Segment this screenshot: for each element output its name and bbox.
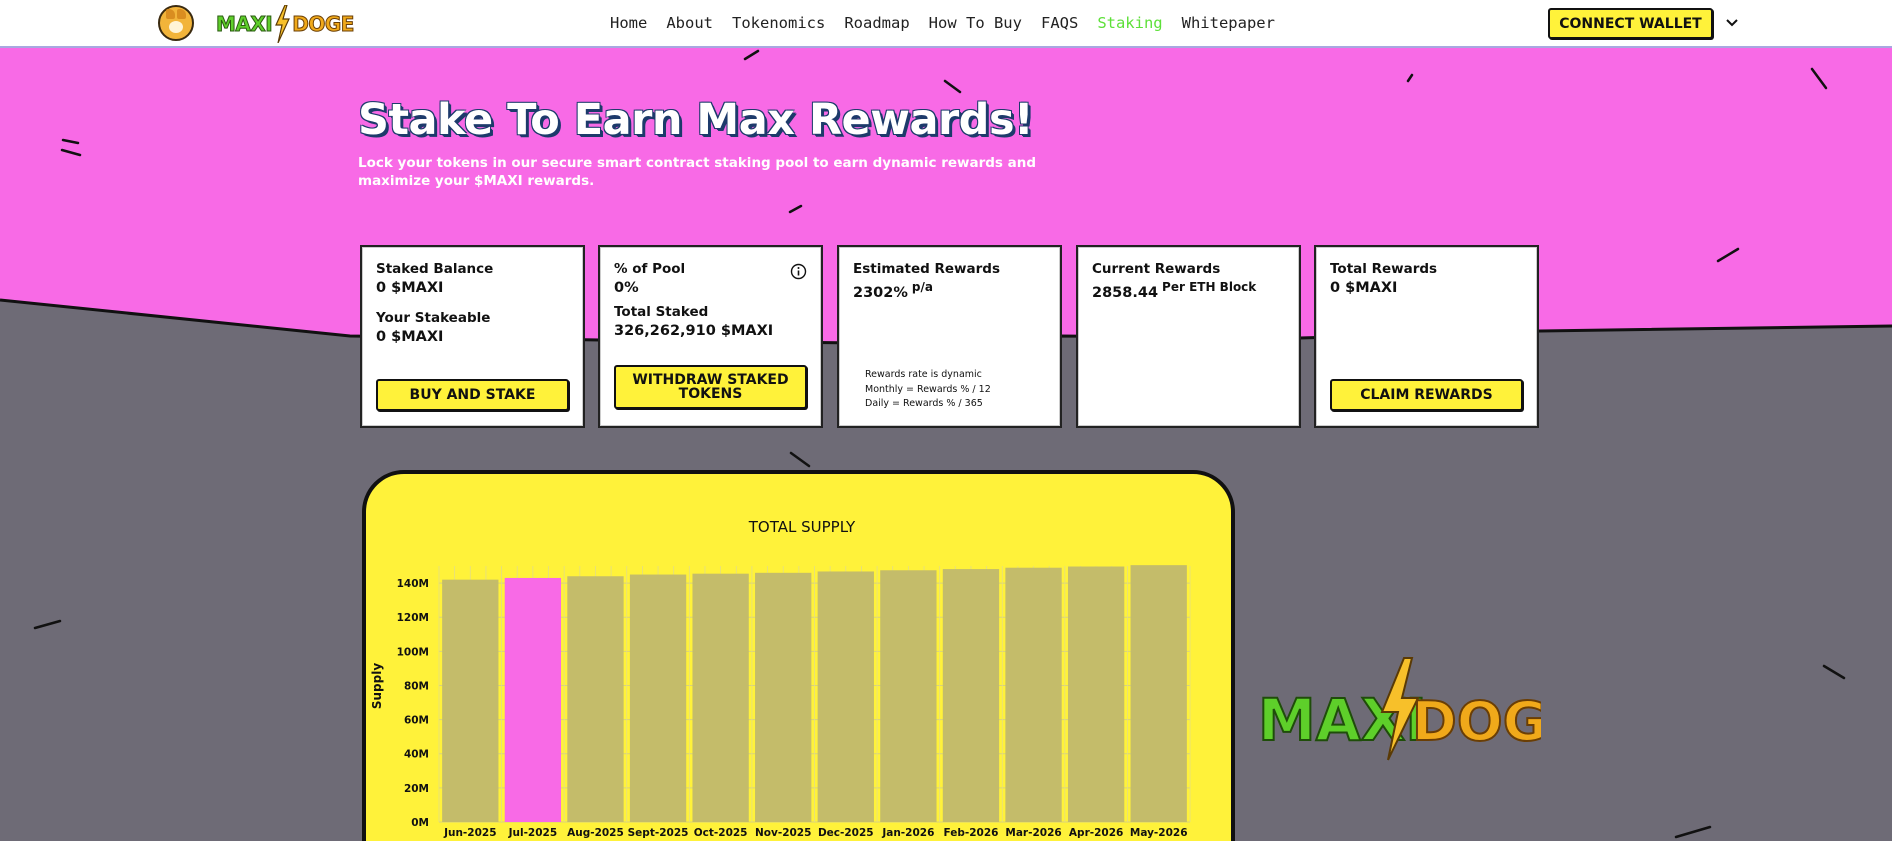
- supply-bar[interactable]: [1067, 566, 1125, 822]
- x-tick-label: Dec-2025: [818, 827, 874, 839]
- x-tick-label: Jul-2025: [508, 827, 558, 839]
- withdraw-staked-button[interactable]: WITHDRAW STAKED TOKENS: [614, 365, 807, 409]
- staked-balance-card: Staked Balance 0 $MAXI Your Stakeable 0 …: [360, 245, 585, 428]
- info-icon[interactable]: [790, 263, 807, 280]
- supply-bar[interactable]: [755, 572, 812, 822]
- pool-percent-label: % of Pool: [614, 261, 686, 277]
- nav-whitepaper[interactable]: Whitepaper: [1182, 14, 1275, 32]
- buy-and-stake-button[interactable]: BUY AND STAKE: [376, 379, 569, 411]
- y-tick-label: 100M: [397, 646, 429, 658]
- current-rewards-card: Current Rewards 2858.44 Per ETH Block: [1076, 245, 1301, 428]
- connect-wallet-button[interactable]: CONNECT WALLET: [1548, 8, 1713, 39]
- brand-logo[interactable]: MAXI DOGE: [215, 4, 355, 44]
- x-tick-label: Jan-2026: [881, 827, 934, 839]
- x-tick-label: Jun-2025: [443, 827, 496, 839]
- doge-avatar-icon[interactable]: [158, 5, 194, 41]
- y-tick-label: 20M: [404, 783, 429, 795]
- nav-about[interactable]: About: [666, 14, 713, 32]
- x-tick-label: Apr-2026: [1069, 827, 1123, 839]
- nav-how-to-buy[interactable]: How To Buy: [929, 14, 1022, 32]
- supply-bar[interactable]: [692, 573, 749, 822]
- supply-bar[interactable]: [880, 570, 937, 822]
- total-supply-chart: TOTAL SUPPLY Supply 0M 20M 40M 60M 80M 100M 12…: [370, 518, 1191, 839]
- nav-home[interactable]: Home: [610, 14, 647, 32]
- supply-bar[interactable]: [629, 574, 687, 822]
- stakeable-label: Your Stakeable: [376, 310, 491, 326]
- estimated-rewards-card: Estimated Rewards 2302% p/a Rewards rate …: [837, 245, 1062, 428]
- stakeable-value: 0 $MAXI: [376, 329, 444, 345]
- estimated-rewards-label: Estimated Rewards: [853, 261, 1000, 277]
- x-tick-label: Sept-2025: [628, 827, 689, 839]
- nav-faqs[interactable]: FAQS: [1041, 14, 1078, 32]
- y-tick-label: 0M: [411, 817, 429, 829]
- rewards-note-line: Rewards rate is dynamic: [865, 369, 982, 380]
- pool-percent-value: 0%: [614, 280, 639, 296]
- supply-bar[interactable]: [1005, 567, 1062, 822]
- total-rewards-value: 0 $MAXI: [1330, 280, 1398, 296]
- estimated-rewards-value-row: 2302% p/a: [853, 280, 1046, 301]
- pool-card: % of Pool 0% Total Staked 326,262,910 $M…: [598, 245, 823, 428]
- claim-rewards-button[interactable]: CLAIM REWARDS: [1330, 379, 1523, 411]
- rewards-note: Rewards rate is dynamic Monthly = Reward…: [865, 368, 991, 412]
- supply-bar[interactable]: [567, 576, 624, 822]
- total-staked-value: 326,262,910 $MAXI: [614, 323, 774, 339]
- x-tick-label: Oct-2025: [694, 827, 748, 839]
- estimated-rewards-suffix: p/a: [911, 280, 933, 294]
- current-rewards-value: 2858.44: [1092, 285, 1159, 301]
- current-rewards-suffix: Per ETH Block: [1162, 280, 1257, 294]
- lightning-bolt-icon: [275, 5, 291, 43]
- nav-roadmap[interactable]: Roadmap: [844, 14, 909, 32]
- logo-part-maxi: MAXI: [215, 12, 273, 37]
- current-rewards-value-row: 2858.44 Per ETH Block: [1092, 280, 1285, 301]
- supply-bar[interactable]: [1130, 565, 1187, 822]
- chevron-down-icon[interactable]: [1724, 15, 1740, 31]
- x-tick-label: Nov-2025: [755, 827, 811, 839]
- nav-tokenomics[interactable]: Tokenomics: [732, 14, 825, 32]
- top-header: MAXI DOGE Home About Tokenomics Roadmap …: [0, 0, 1892, 48]
- maxi-doge-large-logo: MAXI DOGE: [1257, 657, 1541, 761]
- x-tick-label: Mar-2026: [1005, 827, 1061, 839]
- supply-bar[interactable]: [817, 571, 874, 822]
- supply-bar[interactable]: [504, 577, 562, 822]
- y-tick-label: 40M: [404, 749, 429, 761]
- current-rewards-label: Current Rewards: [1092, 261, 1221, 277]
- y-tick-label: 120M: [397, 612, 429, 624]
- chart-title: TOTAL SUPPLY: [748, 518, 856, 536]
- main-nav: Home About Tokenomics Roadmap How To Buy…: [610, 0, 1275, 46]
- rewards-note-line: Daily = Rewards % / 365: [865, 398, 983, 409]
- x-tick-label: Feb-2026: [943, 827, 998, 839]
- big-logo-doge: DOGE: [1412, 690, 1541, 753]
- x-tick-label: Aug-2025: [567, 827, 624, 839]
- page-subtitle: Lock your tokens in our secure smart con…: [358, 155, 1037, 189]
- total-supply-panel: TOTAL SUPPLY Supply 0M 20M 40M 60M 80M 100M 12…: [362, 470, 1235, 841]
- total-rewards-label: Total Rewards: [1330, 261, 1438, 277]
- total-rewards-card: Total Rewards 0 $MAXI CLAIM REWARDS: [1314, 245, 1539, 428]
- supply-bar[interactable]: [942, 569, 1000, 822]
- logo-part-doge: DOGE: [292, 12, 355, 37]
- staked-balance-value: 0 $MAXI: [376, 280, 444, 296]
- supply-bar[interactable]: [442, 579, 499, 822]
- y-tick-label: 80M: [404, 680, 429, 692]
- staked-balance-label: Staked Balance: [376, 261, 494, 277]
- total-staked-label: Total Staked: [614, 304, 709, 320]
- rewards-note-line: Monthly = Rewards % / 12: [865, 383, 991, 395]
- estimated-rewards-value: 2302%: [853, 285, 908, 301]
- chart-y-axis-label: Supply: [370, 663, 384, 709]
- x-tick-label: May-2026: [1130, 827, 1188, 839]
- nav-staking[interactable]: Staking: [1097, 14, 1162, 32]
- y-tick-label: 140M: [397, 578, 429, 590]
- page-title: Stake To Earn Max Rewards!: [358, 95, 1034, 145]
- y-tick-label: 60M: [404, 715, 429, 727]
